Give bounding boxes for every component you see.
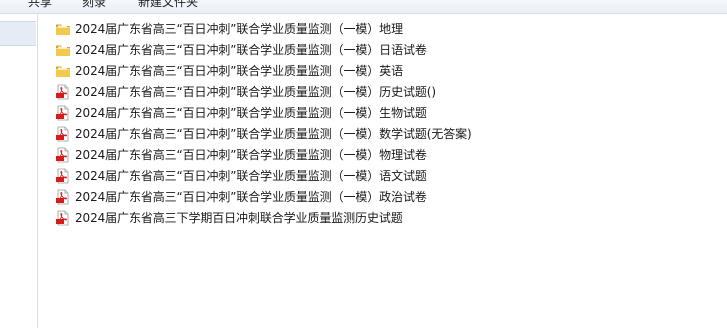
pdf-icon <box>55 147 71 163</box>
navigation-pane[interactable] <box>0 14 38 328</box>
file-list-item[interactable]: 2024届广东省高三“百日冲刺”联合学业质量监测（一模）数学试题(无答案) <box>55 123 476 144</box>
file-list-item[interactable]: 2024届广东省高三“百日冲刺”联合学业质量监测（一模）日语试卷 <box>55 39 476 60</box>
pdf-icon <box>55 84 71 100</box>
file-name-label: 2024届广东省高三下学期百日冲刺联合学业质量监测历史试题 <box>75 211 403 225</box>
file-name-label: 2024届广东省高三“百日冲刺”联合学业质量监测（一模）生物试题 <box>75 106 427 120</box>
file-list: 2024届广东省高三“百日冲刺”联合学业质量监测（一模）地理 2024届广东省高… <box>55 18 476 228</box>
nav-item-selected[interactable] <box>0 21 36 46</box>
folder-icon <box>55 63 71 79</box>
toolbar-item-share[interactable]: 共享 <box>28 0 52 10</box>
file-name-label: 2024届广东省高三“百日冲刺”联合学业质量监测（一模）英语 <box>75 64 403 78</box>
file-list-item[interactable]: 2024届广东省高三下学期百日冲刺联合学业质量监测历史试题 <box>55 207 476 228</box>
file-list-item[interactable]: 2024届广东省高三“百日冲刺”联合学业质量监测（一模）政治试卷 <box>55 186 476 207</box>
file-name-label: 2024届广东省高三“百日冲刺”联合学业质量监测（一模）历史试题() <box>75 85 436 99</box>
file-list-item[interactable]: 2024届广东省高三“百日冲刺”联合学业质量监测（一模）生物试题 <box>55 102 476 123</box>
file-explorer-window: 共享 刻录 新建文件夹 2024届广东省高三“百日冲刺”联合学业质量监测（一模）… <box>0 0 727 328</box>
folder-icon <box>55 21 71 37</box>
pdf-icon <box>55 210 71 226</box>
pdf-icon <box>55 105 71 121</box>
toolbar-item-burn[interactable]: 刻录 <box>82 0 106 10</box>
file-name-label: 2024届广东省高三“百日冲刺”联合学业质量监测（一模）地理 <box>75 22 403 36</box>
file-list-item[interactable]: 2024届广东省高三“百日冲刺”联合学业质量监测（一模）地理 <box>55 18 476 39</box>
pdf-icon <box>55 126 71 142</box>
file-name-label: 2024届广东省高三“百日冲刺”联合学业质量监测（一模）日语试卷 <box>75 43 427 57</box>
file-name-label: 2024届广东省高三“百日冲刺”联合学业质量监测（一模）政治试卷 <box>75 190 427 204</box>
toolbar-item-new-folder[interactable]: 新建文件夹 <box>138 0 198 10</box>
command-bar: 共享 刻录 新建文件夹 <box>0 0 727 14</box>
folder-icon <box>55 42 71 58</box>
file-list-item[interactable]: 2024届广东省高三“百日冲刺”联合学业质量监测（一模）语文试题 <box>55 165 476 186</box>
file-name-label: 2024届广东省高三“百日冲刺”联合学业质量监测（一模）语文试题 <box>75 169 427 183</box>
file-list-item[interactable]: 2024届广东省高三“百日冲刺”联合学业质量监测（一模）英语 <box>55 60 476 81</box>
file-name-label: 2024届广东省高三“百日冲刺”联合学业质量监测（一模）数学试题(无答案) <box>75 127 472 141</box>
file-name-label: 2024届广东省高三“百日冲刺”联合学业质量监测（一模）物理试卷 <box>75 148 427 162</box>
file-list-item[interactable]: 2024届广东省高三“百日冲刺”联合学业质量监测（一模）历史试题() <box>55 81 476 102</box>
file-list-item[interactable]: 2024届广东省高三“百日冲刺”联合学业质量监测（一模）物理试卷 <box>55 144 476 165</box>
pdf-icon <box>55 168 71 184</box>
pdf-icon <box>55 189 71 205</box>
